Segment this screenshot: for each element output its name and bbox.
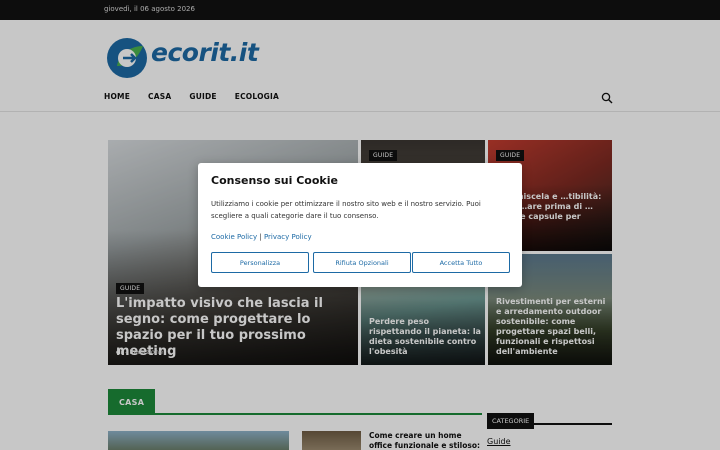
dialog-title: Consenso sui Cookie [211,174,338,187]
accept-all-button[interactable]: Accetta Tutto [412,252,510,273]
policy-links: Cookie Policy | Privacy Policy [211,233,312,241]
customize-button[interactable]: Personalizza [211,252,309,273]
privacy-policy-link[interactable]: Privacy Policy [264,233,312,241]
dialog-description: Utilizziamo i cookie per ottimizzare il … [211,200,481,220]
cookie-policy-link[interactable]: Cookie Policy [211,233,257,241]
cookie-consent-dialog: Consenso sui Cookie Utilizziamo i cookie… [198,163,522,287]
reject-optional-button[interactable]: Rifiuta Opzionali [313,252,411,273]
link-separator: | [259,233,262,241]
